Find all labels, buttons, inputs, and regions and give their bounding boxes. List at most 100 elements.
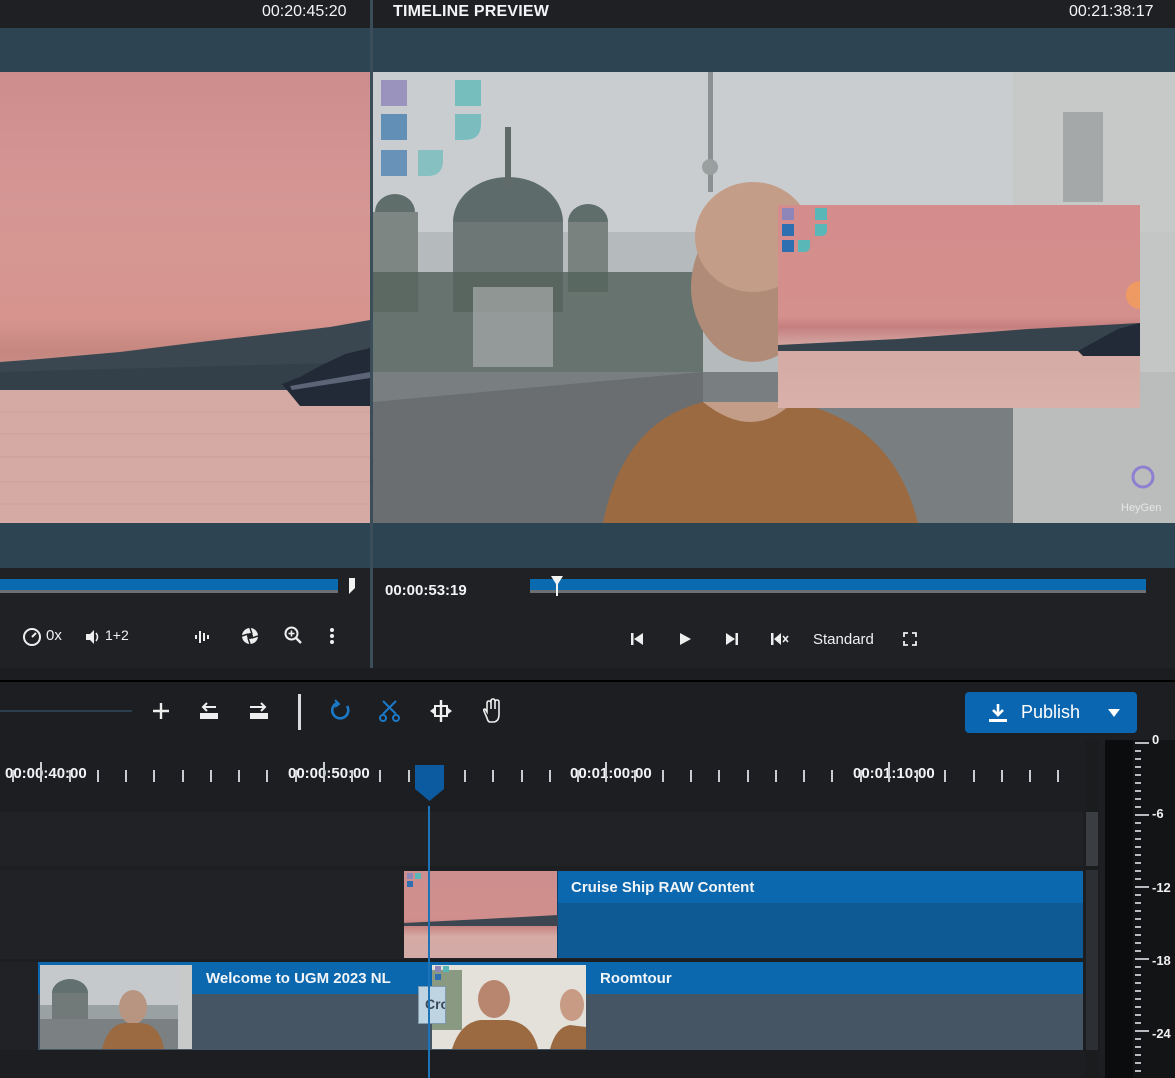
more-menu-icon[interactable] [329,627,335,645]
ruler-tick [153,770,156,782]
add-icon[interactable] [148,698,174,724]
ruler-tick [379,770,382,782]
clip-welcome[interactable]: Welcome to UGM 2023 NL [38,962,432,1050]
track-video-1[interactable]: Welcome to UGM 2023 NL Roomtour Cro [0,962,1083,1050]
vertical-scroll-thumb[interactable] [1086,870,1098,1050]
insert-right-icon[interactable] [246,698,272,724]
ruler-label: 00:00:40:00 [5,765,87,782]
welcome-thumbnail-scene [40,965,192,1049]
aperture-icon[interactable] [241,627,259,645]
ruler-tick [68,770,71,782]
zoom-in-icon[interactable] [284,626,302,644]
meter-tick [1135,1022,1141,1024]
ruler-tick [548,770,551,782]
skip-forward-icon[interactable] [725,632,739,646]
playhead-line[interactable] [428,806,430,1078]
preview-video-frame[interactable]: HeyGen [373,72,1175,523]
ruler-tick [181,770,184,782]
source-monitor: 00:20:45:20 0x 1+2 [0,0,370,668]
ruler-tick [944,770,947,782]
clip-thumbnail [432,965,586,1049]
meter-tick [1135,918,1141,920]
meter-tick [1135,798,1141,800]
ruler-tick [972,770,975,782]
track-empty[interactable] [0,812,1083,866]
heygen-watermark: HeyGen [1121,502,1162,514]
hand-tool-icon[interactable] [479,698,505,724]
clip-roomtour[interactable]: Roomtour [432,962,1083,1050]
waveform-icon[interactable] [193,628,211,646]
ruler-tick [803,770,805,782]
monitor-divider[interactable] [370,0,373,668]
slip-tool-icon[interactable] [428,698,454,724]
track-video-2[interactable]: Cruise Ship RAW Content [0,870,1083,959]
transition-marker[interactable]: Cro [418,986,446,1024]
ruler-tick [492,770,495,782]
meter-tick [1135,774,1141,776]
ruler-tick [520,770,523,782]
vertical-scroll-thumb[interactable] [1086,812,1098,866]
source-transport: 0x 1+2 [0,568,370,668]
source-out-marker[interactable] [348,578,356,596]
meter-tick [1135,990,1141,992]
ruler-tick [916,770,918,782]
source-header: 00:20:45:20 [0,0,370,28]
ruler-tick [774,770,777,782]
publish-button[interactable]: Publish [965,692,1137,733]
meter-tick [1135,758,1141,760]
preview-scrub-bar[interactable] [530,579,1146,593]
meter-tick [1135,974,1141,976]
ruler-label: 00:01:00:00 [570,765,652,782]
play-icon[interactable] [678,632,692,646]
meter-tick [1135,966,1141,968]
clip-thumbnail [40,965,192,1049]
clip-cruise-ship[interactable]: Cruise Ship RAW Content [404,871,1083,958]
ruler-tick [831,770,834,782]
ruler-tick [40,762,43,782]
meter-tick [1135,894,1141,896]
time-ruler[interactable]: 00:00:40:00 00:00:50:00 00:01:00:00 00:0… [0,740,1083,806]
ruler-tick [746,770,749,782]
meter-tick [1135,886,1149,888]
source-scrub-bar[interactable] [0,579,338,593]
meter-tick [1135,1054,1141,1056]
meter-tick [1135,1014,1141,1016]
audio-label: 1+2 [105,627,129,643]
meter-tick [1135,838,1141,840]
skip-back-icon[interactable] [630,632,644,646]
razor-cut-icon[interactable] [377,698,403,724]
meter-label: 0 [1152,732,1160,747]
cruise-ship-scene [0,320,370,523]
pip-overlay[interactable] [778,205,1140,408]
ruler-tick [718,770,721,782]
chevron-down-icon[interactable] [1107,708,1121,718]
meter-tick [1135,950,1141,952]
quality-selector[interactable]: Standard [813,631,874,648]
meter-tick [1135,998,1141,1000]
meter-tick [1135,830,1141,832]
preview-scrub-handle[interactable] [551,576,563,596]
ruler-label: 00:00:50:00 [288,765,370,782]
zoom-slider[interactable] [0,710,132,712]
meter-tick [1135,902,1141,904]
ruler-tick [577,770,579,782]
meter-tick [1135,870,1141,872]
speaker-icon [86,630,99,644]
preview-current-time: 00:00:53:19 [385,582,467,599]
meter-tick [1135,822,1141,824]
meter-tick [1135,806,1141,808]
insert-left-icon[interactable] [196,698,222,724]
speed-label: 0x [46,627,62,644]
jump-to-start-icon[interactable] [770,631,790,647]
fullscreen-icon[interactable] [903,632,917,646]
source-video-frame[interactable] [0,72,370,523]
snap-magnet-icon[interactable] [327,698,353,724]
meter-label: -6 [1152,806,1164,821]
ruler-tick [96,770,99,782]
preview-header: TIMELINE PREVIEW 00:21:38:17 [373,0,1175,28]
meter-tick [1135,910,1141,912]
ruler-tick [859,770,862,782]
playhead-marker[interactable] [415,765,444,801]
meter-tick [1135,766,1141,768]
meter-tick [1135,926,1141,928]
